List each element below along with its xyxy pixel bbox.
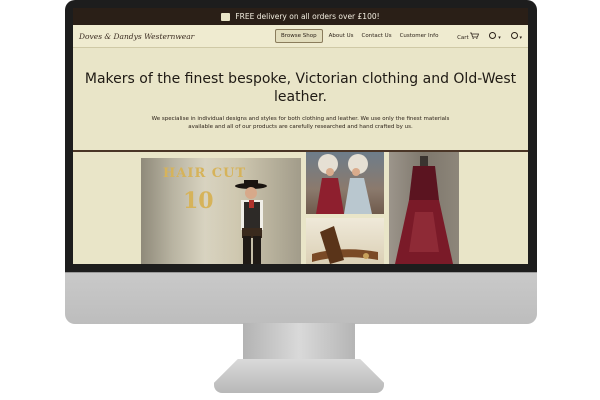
customer-info-link[interactable]: Customer Info	[398, 30, 441, 42]
gallery-photo-leather-holster[interactable]	[306, 218, 384, 264]
contact-us-link[interactable]: Contact Us	[360, 30, 394, 42]
nav-utilities: Cart ▾ ▾	[457, 31, 522, 41]
currency-icon	[489, 31, 497, 39]
barber-sign-text: HAIR CUT	[163, 166, 247, 181]
cart-icon	[470, 32, 480, 39]
gallery-photo-victorian-couple[interactable]	[306, 152, 384, 214]
website-screen: FREE delivery on all orders over £100! D…	[73, 8, 528, 264]
nav-links: Browse Shop About Us Contact Us Customer…	[275, 29, 440, 43]
cart-button[interactable]: Cart	[457, 32, 480, 41]
hero-title: Makers of the finest bespoke, Victorian …	[84, 71, 517, 105]
chevron-down-icon: ▾	[519, 34, 522, 41]
gift-icon	[221, 12, 231, 21]
browse-shop-button[interactable]: Browse Shop	[275, 29, 323, 43]
product-gallery: HAIR CUT 10	[73, 152, 528, 264]
victorian-dresses-image	[316, 154, 372, 214]
leather-holster-image	[312, 226, 378, 264]
monitor-neck	[243, 323, 355, 361]
chevron-down-icon: ▾	[498, 34, 501, 41]
barber-sign-price: 10	[183, 188, 214, 214]
gallery-photo-red-dress[interactable]	[389, 152, 459, 264]
red-victorian-dress-image	[395, 156, 453, 264]
monitor-chin	[65, 272, 537, 324]
monitor-foot	[214, 359, 384, 393]
promo-banner: FREE delivery on all orders over £100!	[73, 8, 528, 25]
currency-selector[interactable]: ▾	[489, 31, 501, 41]
about-us-link[interactable]: About Us	[327, 30, 356, 42]
hero-section: Makers of the finest bespoke, Victorian …	[73, 48, 528, 152]
hero-description: We specialise in individual designs and …	[151, 116, 450, 130]
account-menu[interactable]: ▾	[510, 31, 522, 41]
promo-text: FREE delivery on all orders over £100!	[235, 12, 380, 21]
cart-label: Cart	[457, 34, 469, 41]
cowboy-figure	[235, 180, 267, 264]
site-logo[interactable]: Doves & Dandys Westernwear	[79, 32, 275, 41]
account-icon	[510, 31, 518, 39]
gallery-photo-barber-cowboy[interactable]: HAIR CUT 10	[141, 158, 301, 264]
main-nav: Doves & Dandys Westernwear Browse Shop A…	[73, 25, 528, 48]
